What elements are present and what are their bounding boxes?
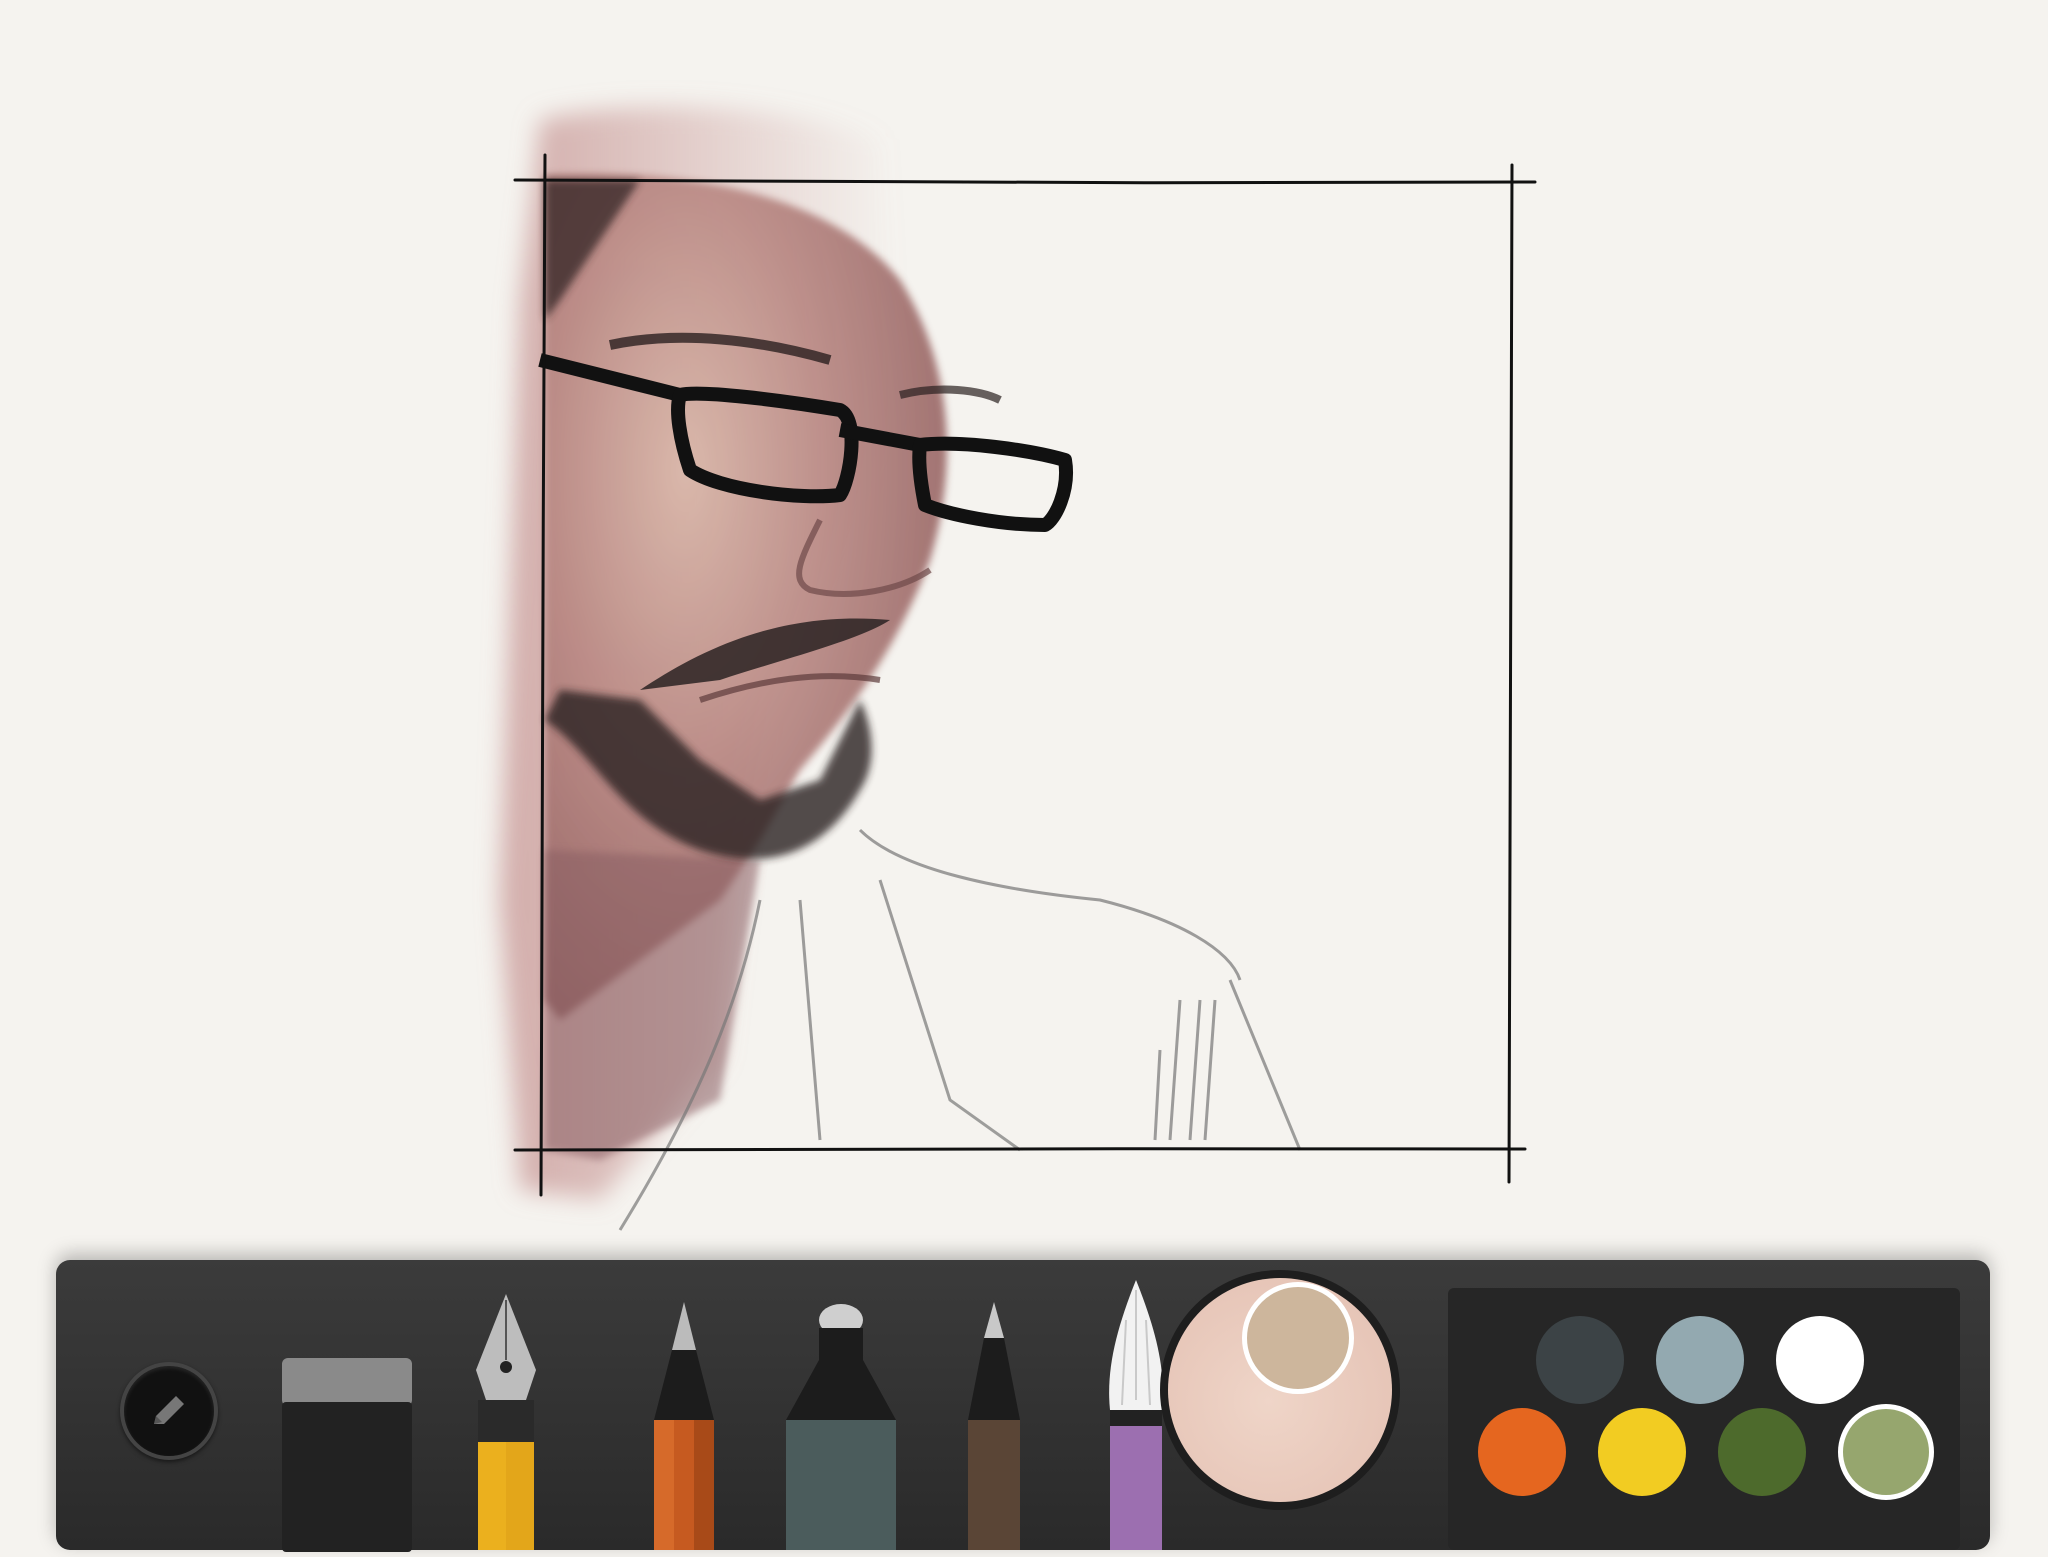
marker-tool[interactable] xyxy=(776,1300,906,1550)
color-swatch[interactable] xyxy=(1776,1316,1864,1404)
eraser-tool[interactable] xyxy=(278,1352,416,1552)
current-color-swatch[interactable] xyxy=(1242,1282,1354,1394)
tools-menu-button[interactable] xyxy=(120,1362,218,1460)
marker-icon xyxy=(786,1304,896,1550)
fountain-pen-icon xyxy=(476,1294,536,1550)
pen-tool[interactable] xyxy=(954,1300,1034,1550)
color-swatch[interactable] xyxy=(1656,1316,1744,1404)
fountain-pen-tool[interactable] xyxy=(466,1290,546,1550)
color-swatch[interactable] xyxy=(1598,1408,1686,1496)
color-palette xyxy=(1448,1288,1960,1550)
color-mixer[interactable] xyxy=(1160,1270,1400,1510)
eraser-icon xyxy=(282,1358,412,1552)
color-swatch[interactable] xyxy=(1718,1408,1806,1496)
portrait-sketch xyxy=(500,106,1302,1231)
drawing-canvas[interactable] xyxy=(0,0,2048,1240)
color-swatch[interactable] xyxy=(1838,1404,1934,1500)
pen-icon xyxy=(968,1302,1020,1550)
color-swatch[interactable] xyxy=(1478,1408,1566,1496)
pencil-icon xyxy=(654,1302,714,1550)
tool-tray xyxy=(56,1260,1990,1552)
pencil-icon xyxy=(154,1396,184,1424)
color-swatch[interactable] xyxy=(1536,1316,1624,1404)
pencil-tool[interactable] xyxy=(644,1300,724,1550)
